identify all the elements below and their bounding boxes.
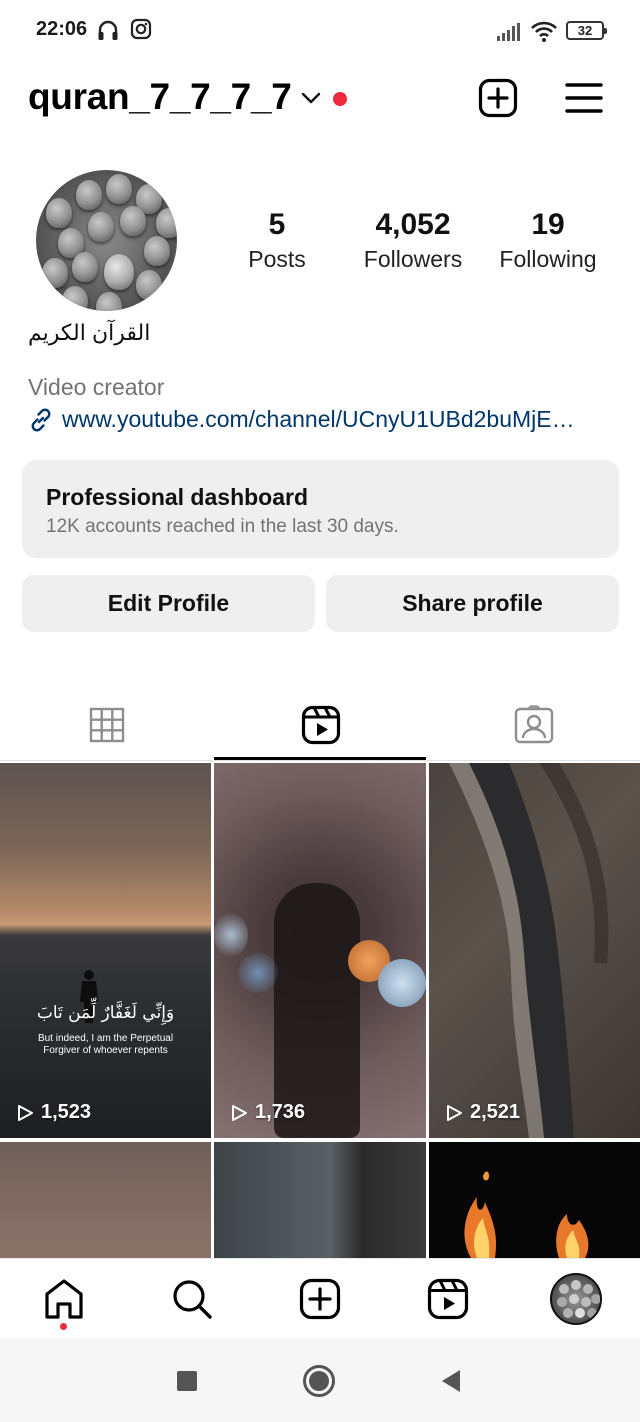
caption-english-1: But indeed, I am the Perpetual <box>37 1033 174 1044</box>
following-count: 19 <box>531 208 565 241</box>
reels-icon <box>427 1278 469 1320</box>
nav-search[interactable] <box>168 1275 216 1323</box>
signal-icon <box>497 23 520 41</box>
menu-button[interactable] <box>562 76 606 120</box>
back-button[interactable] <box>434 1364 468 1398</box>
fire-image <box>464 1171 589 1258</box>
recents-button[interactable] <box>170 1364 204 1398</box>
share-profile-button[interactable]: Share profile <box>326 575 619 632</box>
system-nav-bar <box>0 1338 640 1422</box>
reel-tile[interactable]: 2,521 <box>429 763 640 1138</box>
professional-dashboard[interactable]: Professional dashboard 12K accounts reac… <box>22 460 619 558</box>
grid-icon <box>89 707 124 743</box>
create-icon <box>299 1278 341 1320</box>
wifi-icon <box>531 21 557 42</box>
play-icon <box>447 1104 462 1121</box>
stat-following[interactable]: 19 Following <box>488 206 608 274</box>
profile-avatar[interactable] <box>36 170 177 311</box>
instagram-icon <box>130 18 152 40</box>
status-bar: 22:06 32 <box>0 0 640 62</box>
tab-reels[interactable] <box>214 690 427 760</box>
posts-count: 5 <box>268 208 286 241</box>
dashboard-subtitle: 12K accounts reached in the last 30 days… <box>46 516 399 537</box>
status-time: 22:06 <box>36 18 88 40</box>
nav-create[interactable] <box>296 1275 344 1323</box>
profile-category: Video creator <box>28 374 165 400</box>
search-icon <box>173 1280 212 1319</box>
menu-icon <box>565 83 603 113</box>
view-count: 2,521 <box>445 1101 520 1124</box>
home-circle-icon <box>303 1365 335 1397</box>
chevron-down-icon[interactable] <box>301 91 321 105</box>
battery-icon: 32 <box>566 21 607 40</box>
followers-count: 4,052 <box>375 208 451 241</box>
notification-dot <box>333 92 347 106</box>
headphones-icon <box>98 20 118 40</box>
posts-label: Posts <box>248 246 306 272</box>
back-icon <box>442 1370 460 1392</box>
caption-english-2: Forgiver of whoever repents <box>43 1045 168 1056</box>
reels-icon <box>301 705 340 745</box>
view-count: 1,523 <box>16 1101 91 1124</box>
dashboard-title: Professional dashboard <box>46 484 309 510</box>
reel-tile[interactable] <box>214 1142 426 1258</box>
profile-display-name: القرآن الكريم <box>28 320 151 345</box>
play-icon <box>18 1104 33 1121</box>
profile-link[interactable]: www.youtube.com/channel/UCnyU1UBd2buMjE… <box>28 406 628 433</box>
reel-tile[interactable]: وَإِنِّي لَغَفَّارٌ لِّمَن تَابَ But ind… <box>0 763 211 1138</box>
home-button[interactable] <box>302 1364 336 1398</box>
profile-avatar-image <box>557 1280 600 1318</box>
profile-link-text[interactable]: www.youtube.com/channel/UCnyU1UBd2buMjE… <box>62 406 575 433</box>
tagged-icon <box>514 705 553 744</box>
link-icon <box>31 408 51 431</box>
bottom-nav <box>0 1258 640 1338</box>
reel-tile[interactable] <box>0 1142 211 1258</box>
edit-profile-button[interactable]: Edit Profile <box>22 575 315 632</box>
nav-home[interactable] <box>40 1275 88 1323</box>
home-notification-dot <box>60 1323 67 1330</box>
followers-label: Followers <box>363 246 463 272</box>
profile-username[interactable]: quran_7_7_7_7 <box>28 76 292 118</box>
nav-profile-avatar[interactable] <box>550 1273 602 1325</box>
recents-icon <box>177 1371 197 1391</box>
stat-followers[interactable]: 4,052 Followers <box>354 206 472 274</box>
active-tab-indicator <box>214 757 426 760</box>
home-icon <box>45 1279 83 1319</box>
nav-reels[interactable] <box>424 1275 472 1323</box>
stat-posts[interactable]: 5 Posts <box>236 206 318 274</box>
caption-arabic: وَإِنِّي لَغَفَّارٌ لِّمَن تَابَ <box>36 1003 175 1023</box>
road-image <box>449 763 609 1138</box>
following-label: Following <box>499 246 597 272</box>
reel-tile[interactable] <box>429 1142 640 1258</box>
play-icon <box>232 1104 247 1121</box>
view-count: 1,736 <box>230 1101 305 1124</box>
reel-tile[interactable]: 1,736 <box>214 763 426 1138</box>
tab-tagged[interactable] <box>427 690 640 760</box>
new-post-button[interactable] <box>476 76 520 120</box>
tab-grid[interactable] <box>0 690 213 760</box>
tab-divider <box>0 760 640 761</box>
new-post-icon <box>478 78 518 118</box>
